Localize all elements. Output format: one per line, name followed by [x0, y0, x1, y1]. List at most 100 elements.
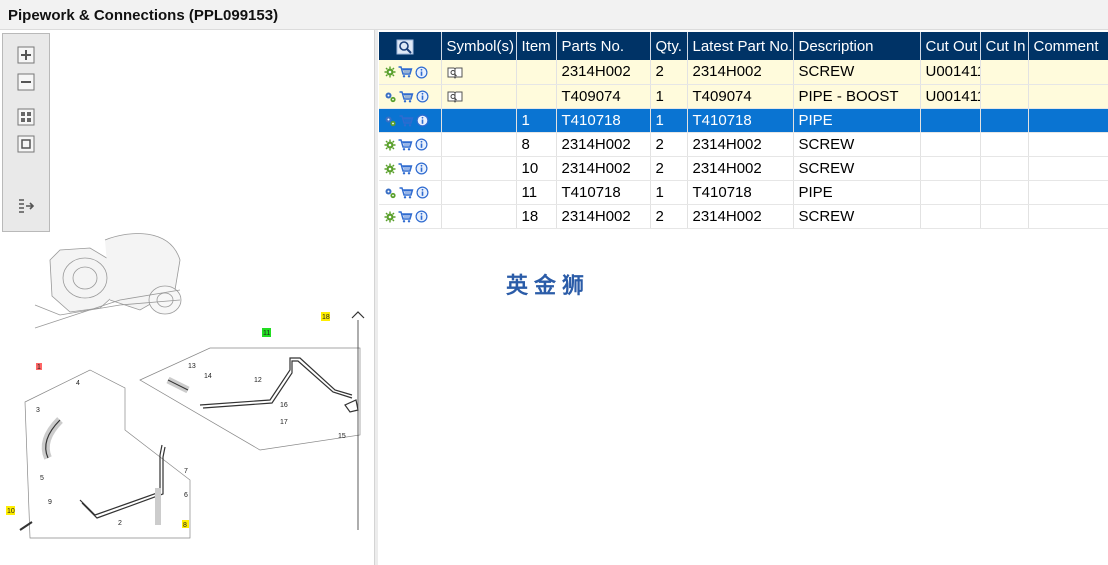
- callout-1[interactable]: 1: [37, 364, 41, 371]
- row-actions[interactable]: [379, 156, 442, 181]
- cart-icon: [398, 138, 413, 151]
- header-cut-in[interactable]: Cut In: [980, 32, 1029, 60]
- fit-grid-button[interactable]: [16, 107, 36, 127]
- cell-cut-out: [920, 204, 981, 229]
- header-cut-out[interactable]: Cut Out: [920, 32, 981, 60]
- cell-cut-in: [980, 84, 1029, 109]
- row-symbol[interactable]: [441, 156, 517, 181]
- row-actions[interactable]: [379, 204, 442, 229]
- row-symbol[interactable]: [441, 108, 517, 133]
- gears-icon: [385, 92, 396, 102]
- header-parts-no[interactable]: Parts No.: [556, 32, 651, 60]
- gears-icon: [385, 116, 396, 126]
- callout-4[interactable]: 4: [76, 380, 80, 387]
- header-description[interactable]: Description: [793, 32, 921, 60]
- callout-13[interactable]: 13: [188, 363, 196, 370]
- book-icon: [447, 67, 462, 79]
- cell-comment: [1028, 60, 1108, 85]
- header-latest-part-no[interactable]: Latest Part No.: [687, 32, 794, 60]
- table-row[interactable]: 10 2314H002 2 2314H002 SCREW: [379, 156, 1108, 181]
- zoom-out-button[interactable]: [16, 72, 36, 92]
- cart-icon: [398, 210, 413, 223]
- cell-description: SCREW: [793, 156, 921, 181]
- cell-cut-out: U001411: [920, 60, 981, 85]
- title-bar: Pipework & Connections (PPL099153): [0, 0, 1108, 30]
- cell-qty: 1: [650, 108, 688, 133]
- row-actions[interactable]: [379, 132, 442, 157]
- info-icon: [416, 186, 429, 199]
- info-icon: [415, 210, 428, 223]
- cart-icon: [399, 114, 414, 127]
- cell-parts-no: 2314H002: [556, 204, 651, 229]
- header-search[interactable]: [379, 32, 442, 60]
- callout-17[interactable]: 17: [280, 419, 288, 426]
- row-actions[interactable]: [379, 84, 442, 109]
- row-symbol[interactable]: [441, 84, 517, 109]
- cell-item: 11: [516, 180, 557, 205]
- callout-7[interactable]: 7: [184, 468, 188, 475]
- cell-latest-part-no: 2314H002: [687, 204, 794, 229]
- table-row[interactable]: 1 T410718 1 T410718 PIPE: [379, 108, 1108, 133]
- cell-cut-out: [920, 180, 981, 205]
- row-symbol[interactable]: [441, 204, 517, 229]
- book-icon: [447, 91, 462, 103]
- callout-16[interactable]: 16: [280, 402, 288, 409]
- parts-table: Symbol(s) Item Parts No. Qty. Latest Par…: [379, 32, 1108, 229]
- callout-14[interactable]: 14: [204, 373, 212, 380]
- callout-2[interactable]: 2: [118, 520, 122, 527]
- callout-11[interactable]: 11: [263, 330, 270, 337]
- row-symbol[interactable]: [441, 60, 517, 85]
- row-symbol[interactable]: [441, 180, 517, 205]
- header-qty[interactable]: Qty.: [650, 32, 688, 60]
- row-actions[interactable]: [379, 60, 442, 85]
- table-row[interactable]: 11 T410718 1 T410718 PIPE: [379, 180, 1108, 205]
- exploded-parts-diagram[interactable]: 18 11 1 13 14 12 4 3 16 17 15 7 5 6 9 10…: [0, 230, 374, 565]
- callout-3[interactable]: 3: [36, 407, 40, 414]
- callout-10[interactable]: 10: [7, 508, 15, 515]
- table-row[interactable]: 2314H002 2 2314H002 SCREW U001411: [379, 60, 1108, 85]
- cell-cut-in: [980, 180, 1029, 205]
- export-list-button[interactable]: [16, 196, 36, 216]
- table-row[interactable]: T409074 1 T409074 PIPE - BOOST U001411: [379, 84, 1108, 109]
- callout-5[interactable]: 5: [40, 475, 44, 482]
- callout-8[interactable]: 8: [183, 522, 187, 529]
- callout-12[interactable]: 12: [254, 377, 262, 384]
- gears-icon: [385, 188, 396, 198]
- table-header-row: Symbol(s) Item Parts No. Qty. Latest Par…: [379, 32, 1108, 60]
- page-title: Pipework & Connections (PPL099153): [8, 7, 279, 24]
- zoom-in-button[interactable]: [16, 45, 36, 65]
- row-symbol[interactable]: [441, 132, 517, 157]
- cell-qty: 1: [650, 180, 688, 205]
- row-actions[interactable]: [379, 108, 442, 133]
- export-list-icon: [19, 199, 35, 213]
- fit-page-button[interactable]: [16, 134, 36, 154]
- parts-grid: Symbol(s) Item Parts No. Qty. Latest Par…: [379, 32, 1108, 229]
- callout-6[interactable]: 6: [184, 492, 188, 499]
- cart-icon: [398, 162, 413, 175]
- magnifier-icon: [396, 39, 414, 55]
- callout-18[interactable]: 18: [322, 314, 330, 321]
- cell-item: 18: [516, 204, 557, 229]
- callout-9[interactable]: 9: [48, 499, 52, 506]
- cell-cut-in: [980, 132, 1029, 157]
- info-icon: [416, 114, 429, 127]
- zoom-in-icon: [17, 46, 35, 64]
- cell-item: [516, 60, 557, 85]
- fit-grid-icon: [17, 108, 35, 126]
- cell-cut-out: [920, 132, 981, 157]
- cell-description: SCREW: [793, 132, 921, 157]
- pane-splitter[interactable]: [374, 30, 378, 565]
- diagram-pane[interactable]: 18 11 1 13 14 12 4 3 16 17 15 7 5 6 9 10…: [0, 30, 374, 565]
- cell-comment: [1028, 204, 1108, 229]
- cell-description: PIPE: [793, 180, 921, 205]
- header-item[interactable]: Item: [516, 32, 557, 60]
- table-row[interactable]: 8 2314H002 2 2314H002 SCREW: [379, 132, 1108, 157]
- header-comment[interactable]: Comment: [1028, 32, 1108, 60]
- row-actions[interactable]: [379, 180, 442, 205]
- callout-15[interactable]: 15: [338, 433, 346, 440]
- info-icon: [415, 162, 428, 175]
- gear-icon: [384, 66, 396, 78]
- watermark: 英金狮: [506, 274, 591, 299]
- header-symbols[interactable]: Symbol(s): [441, 32, 517, 60]
- table-row[interactable]: 18 2314H002 2 2314H002 SCREW: [379, 204, 1108, 229]
